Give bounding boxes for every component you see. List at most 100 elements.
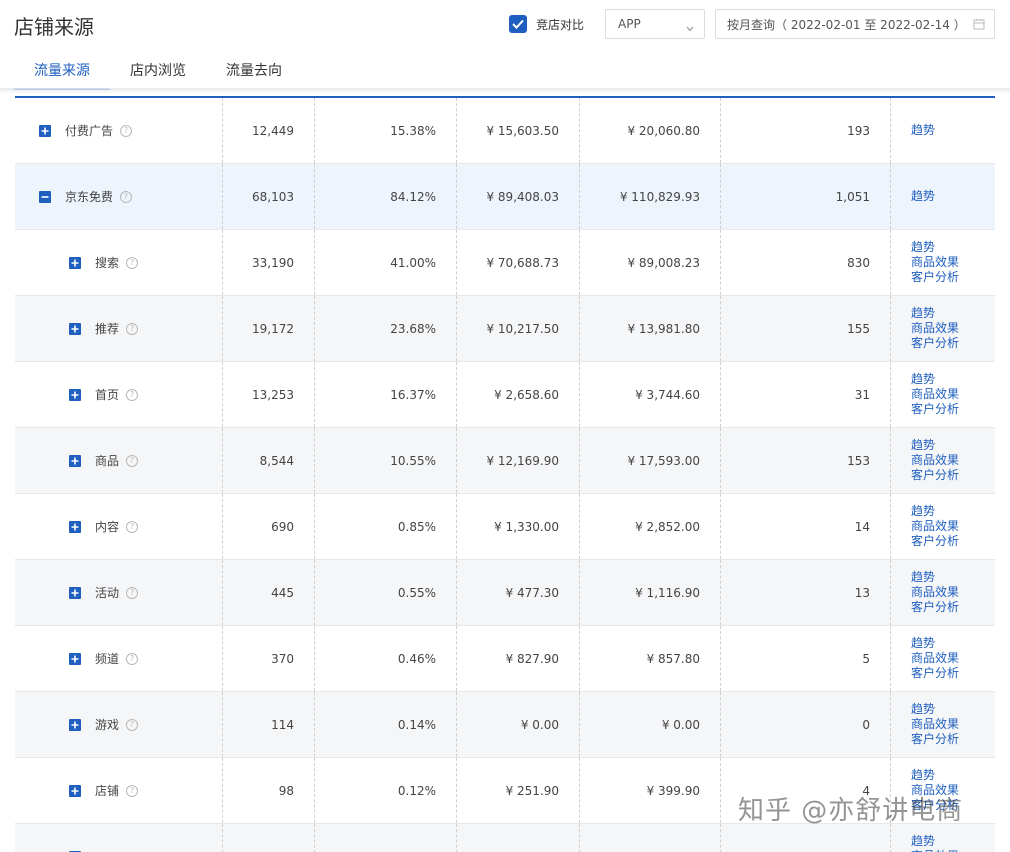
collapse-icon[interactable] xyxy=(39,190,51,203)
action-cell: 趋势商品效果客户分析 xyxy=(891,494,995,559)
amount1-cell: ¥ 0.00 xyxy=(457,692,580,757)
customer-analysis-link[interactable]: 客户分析 xyxy=(911,798,959,813)
help-icon[interactable]: ? xyxy=(126,718,139,731)
help-icon[interactable]: ? xyxy=(126,454,139,467)
source-name: 活动 xyxy=(95,586,120,600)
trend-link[interactable]: 趋势 xyxy=(911,438,935,453)
trend-link[interactable]: 趋势 xyxy=(911,240,935,255)
source-name-cell: 频道? xyxy=(15,626,223,691)
action-cell: 趋势商品效果客户分析 xyxy=(891,758,995,823)
customer-analysis-link[interactable]: 客户分析 xyxy=(911,600,959,615)
checkbox-checked-icon[interactable] xyxy=(509,15,527,33)
product-effect-link[interactable]: 商品效果 xyxy=(911,387,959,402)
help-icon[interactable]: ? xyxy=(126,586,139,599)
customer-analysis-link[interactable]: 客户分析 xyxy=(911,666,959,681)
tab-traffic-source[interactable]: 流量来源 xyxy=(14,52,110,90)
trend-link[interactable]: 趋势 xyxy=(911,570,935,585)
trend-link[interactable]: 趋势 xyxy=(911,123,935,138)
table-row: 活动? 445 0.55% ¥ 477.30 ¥ 1,116.90 13 趋势 商品效果 客户分… xyxy=(15,560,995,626)
customer-analysis-link[interactable]: 客户分析 xyxy=(911,468,959,483)
customer-analysis-link[interactable]: 客户分析 xyxy=(911,270,959,285)
trend-link[interactable]: 趋势 xyxy=(911,636,935,651)
count-cell: 0 xyxy=(721,692,891,757)
share-cell xyxy=(315,824,457,852)
table-row: 内容? 690 0.85% ¥ 1,330.00 ¥ 2,852.00 14 趋势 商品效果客… xyxy=(15,494,995,560)
help-icon[interactable]: ? xyxy=(126,256,139,269)
product-effect-link[interactable]: 商品效果 xyxy=(911,453,959,468)
trend-link[interactable]: 趋势 xyxy=(911,306,935,321)
amount1-cell: ¥ 2,658.60 xyxy=(457,362,580,427)
share-cell: 0.14% xyxy=(315,692,457,757)
tab-traffic-destination[interactable]: 流量去向 xyxy=(206,52,302,90)
share-cell: 15.38% xyxy=(315,98,457,163)
amount1-cell: ¥ 827.90 xyxy=(457,626,580,691)
date-range-picker[interactable]: 按月查询（ 2022-02-01 至 2022-02-14 ） xyxy=(715,9,995,39)
visitors-cell xyxy=(223,824,315,852)
customer-analysis-link[interactable]: 客户分析 xyxy=(911,732,959,747)
amount2-cell xyxy=(580,824,721,852)
customer-analysis-link[interactable]: 客户分析 xyxy=(911,534,959,549)
expand-icon[interactable] xyxy=(69,322,81,335)
visitors-cell: 33,190 xyxy=(223,230,315,295)
product-effect-link[interactable]: 商品效果 xyxy=(911,717,959,732)
expand-icon[interactable] xyxy=(69,388,81,401)
count-cell: 193 xyxy=(721,98,891,163)
share-cell: 0.46% xyxy=(315,626,457,691)
share-cell: 0.85% xyxy=(315,494,457,559)
help-icon[interactable]: ? xyxy=(126,520,139,533)
expand-icon[interactable] xyxy=(69,652,81,665)
trend-link[interactable]: 趋势 xyxy=(911,372,935,387)
expand-icon[interactable] xyxy=(69,586,81,599)
source-name: 商品 xyxy=(95,454,120,468)
amount1-cell: ¥ 1,330.00 xyxy=(457,494,580,559)
compare-checkbox[interactable]: 竞店对比 xyxy=(509,14,584,34)
trend-link[interactable]: 趋势 xyxy=(911,504,935,519)
amount1-cell: ¥ 15,603.50 xyxy=(457,98,580,163)
trend-link[interactable]: 趋势 xyxy=(911,768,935,783)
expand-icon[interactable] xyxy=(69,520,81,533)
product-effect-link[interactable]: 商品效果 xyxy=(911,255,959,270)
trend-link[interactable]: 趋势 xyxy=(911,834,935,849)
tab-store-browsing[interactable]: 店内浏览 xyxy=(110,52,206,90)
action-cell: 趋势商品效果客户分析 xyxy=(891,230,995,295)
help-icon[interactable]: ? xyxy=(120,190,133,203)
product-effect-link[interactable]: 商品效果 xyxy=(911,321,959,336)
amount1-cell: ¥ 477.30 xyxy=(457,560,580,625)
help-icon[interactable]: ? xyxy=(126,784,139,797)
help-icon[interactable]: ? xyxy=(126,652,139,665)
source-name: 内容 xyxy=(95,520,120,534)
amount2-cell: ¥ 1,116.90 xyxy=(580,560,721,625)
product-effect-link[interactable]: 商品效果 xyxy=(911,585,959,600)
source-name-cell xyxy=(15,824,223,852)
amount2-cell: ¥ 17,593.00 xyxy=(580,428,721,493)
expand-icon[interactable] xyxy=(39,124,51,137)
amount2-cell: ¥ 2,852.00 xyxy=(580,494,721,559)
product-effect-link[interactable]: 商品效果 xyxy=(911,651,959,666)
source-name-cell: 搜索? xyxy=(15,230,223,295)
customer-analysis-link[interactable]: 客户分析 xyxy=(911,336,959,351)
platform-select[interactable]: APP xyxy=(605,9,705,39)
product-effect-link[interactable]: 商品效果 xyxy=(911,519,959,534)
action-cell: 趋势商品效果客户分析 xyxy=(891,296,995,361)
source-name: 店铺 xyxy=(95,784,120,798)
product-effect-link[interactable]: 商品效果 xyxy=(911,783,959,798)
expand-icon[interactable] xyxy=(69,454,81,467)
help-icon[interactable]: ? xyxy=(120,124,133,137)
help-icon[interactable]: ? xyxy=(126,322,139,335)
expand-icon[interactable] xyxy=(69,784,81,797)
table-row: 搜索? 33,190 41.00% ¥ 70,688.73 ¥ 89,008.23 830… xyxy=(15,230,995,296)
amount2-cell: ¥ 0.00 xyxy=(580,692,721,757)
help-icon[interactable]: ? xyxy=(126,388,139,401)
amount1-cell: ¥ 10,217.50 xyxy=(457,296,580,361)
visitors-cell: 13,253 xyxy=(223,362,315,427)
chevron-down-icon xyxy=(686,21,694,35)
amount2-cell: ¥ 20,060.80 xyxy=(580,98,721,163)
trend-link[interactable]: 趋势 xyxy=(911,702,935,717)
trend-link[interactable]: 趋势 xyxy=(911,189,935,204)
count-cell: 1,051 xyxy=(721,164,891,229)
amount1-cell xyxy=(457,824,580,852)
amount1-cell: ¥ 12,169.90 xyxy=(457,428,580,493)
expand-icon[interactable] xyxy=(69,256,81,269)
expand-icon[interactable] xyxy=(69,718,81,731)
customer-analysis-link[interactable]: 客户分析 xyxy=(911,402,959,417)
